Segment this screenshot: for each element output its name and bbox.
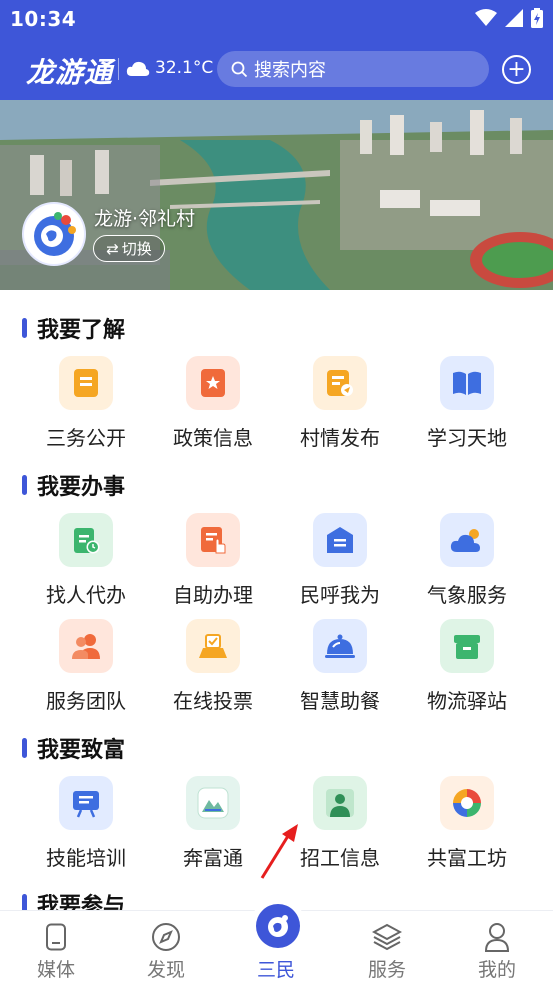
sanmin-logo-icon [34,212,76,256]
weather-widget[interactable]: 32.1°C [126,58,213,78]
section-title-participate: 我要参与 [22,888,125,910]
village-avatar [22,202,86,266]
person-icon [481,921,513,953]
add-button[interactable]: + [502,55,531,84]
meal-cloche-icon [313,619,367,673]
grid-item-label: 找人代办 [46,583,126,607]
switch-label: 切换 [121,240,152,258]
grid-item-label: 共富工坊 [427,846,507,870]
tab-discover[interactable]: 发现 [111,911,221,984]
app-header: 10:34 龙游通 32.1°C 搜索内容 + [0,0,553,100]
grid-item-label: 技能培训 [46,846,126,870]
grid-item-study[interactable]: 学习天地 [403,356,531,456]
tab-label: 三民 [256,959,295,981]
app-logo-icon [186,776,240,830]
grid-item-label: 学习天地 [427,426,507,450]
grid-item-common-prosperity-workshop[interactable]: 共富工坊 [403,776,531,876]
wifi-icon [475,9,497,26]
grid-item-online-vote[interactable]: 在线投票 [149,619,277,719]
grid-item-label: 气象服务 [427,583,507,607]
grid-item-label: 招工信息 [300,846,380,870]
document-icon [59,356,113,410]
search-icon [231,61,248,77]
grid-item-label: 村情发布 [300,426,380,450]
switch-village-button[interactable]: ⇄ 切换 [93,235,165,262]
tab-service[interactable]: 服务 [332,911,442,984]
tab-label: 媒体 [36,959,75,981]
grid-item-weather-service[interactable]: 气象服务 [403,513,531,613]
signal-icon [505,9,523,27]
tab-media[interactable]: 媒体 [1,911,111,984]
grid-item-label: 自助办理 [173,583,253,607]
training-board-icon [59,776,113,830]
workshop-logo-icon [440,776,494,830]
package-box-icon [440,619,494,673]
status-bar: 10:34 [0,0,553,38]
main-content[interactable]: 我要了解 三务公开 政策信息 村情发布 学习天地 我要办事 找人代办 自助办理 … [0,290,553,910]
grid-item-label: 服务团队 [46,689,126,713]
grid-item-affairs-public[interactable]: 三务公开 [22,356,150,456]
header-divider [118,58,119,80]
tab-sanmin-badge[interactable] [250,898,306,954]
grid-item-self-service[interactable]: 自助办理 [149,513,277,613]
grid-item-label: 民呼我为 [300,583,380,607]
battery-icon [531,8,543,28]
worker-portrait-icon [313,776,367,830]
grid-item-smart-meal[interactable]: 智慧助餐 [276,619,404,719]
pointer-arrow-icon [260,824,298,879]
grid-item-logistics-station[interactable]: 物流驿站 [403,619,531,719]
grid-item-policy-info[interactable]: 政策信息 [149,356,277,456]
team-icon [59,619,113,673]
search-input[interactable]: 搜索内容 [217,51,489,87]
temperature-text: 32.1°C [155,58,214,78]
grid-item-label: 在线投票 [173,689,253,713]
tab-label: 我的 [477,959,516,981]
tab-label: 服务 [367,959,406,981]
status-time: 10:34 [10,7,77,31]
grid-item-village-news[interactable]: 村情发布 [276,356,404,456]
sanmin-logo-icon [256,904,300,948]
book-icon [440,356,494,410]
status-icons [475,8,543,28]
star-document-icon [186,356,240,410]
grid-item-skill-training[interactable]: 技能培训 [22,776,150,876]
grid-item-agent-service[interactable]: 找人代办 [22,513,150,613]
tab-label: 发现 [146,959,185,981]
banner-aerial-image [0,100,553,290]
search-placeholder: 搜索内容 [254,60,326,81]
form-hand-icon [186,513,240,567]
section-title-learn: 我要了解 [22,312,125,344]
mailbox-icon [313,513,367,567]
app-logo: 龙游通 [26,56,114,89]
grid-item-label: 智慧助餐 [300,689,380,713]
section-title-handle: 我要办事 [22,469,125,501]
announcement-icon [313,356,367,410]
grid-item-service-team[interactable]: 服务团队 [22,619,150,719]
layers-icon [371,921,403,953]
cloud-sun-icon [126,61,150,76]
phone-icon [40,921,72,953]
plus-icon: + [507,56,526,82]
compass-icon [150,921,182,953]
tab-mine[interactable]: 我的 [442,911,552,984]
grid-item-label: 政策信息 [173,426,253,450]
village-name: 龙游·邻礼村 [94,208,196,230]
section-title-prosper: 我要致富 [22,732,125,764]
grid-item-label: 奔富通 [183,846,243,870]
grid-item-public-appeal[interactable]: 民呼我为 [276,513,404,613]
weather-cloud-icon [440,513,494,567]
ballot-box-icon [186,619,240,673]
clipboard-clock-icon [59,513,113,567]
grid-item-label: 三务公开 [46,426,126,450]
switch-icon: ⇄ [106,239,119,258]
grid-item-label: 物流驿站 [427,689,507,713]
village-banner[interactable]: 龙游·邻礼村 ⇄ 切换 [0,100,553,290]
app-bar: 龙游通 32.1°C 搜索内容 + [0,44,553,94]
